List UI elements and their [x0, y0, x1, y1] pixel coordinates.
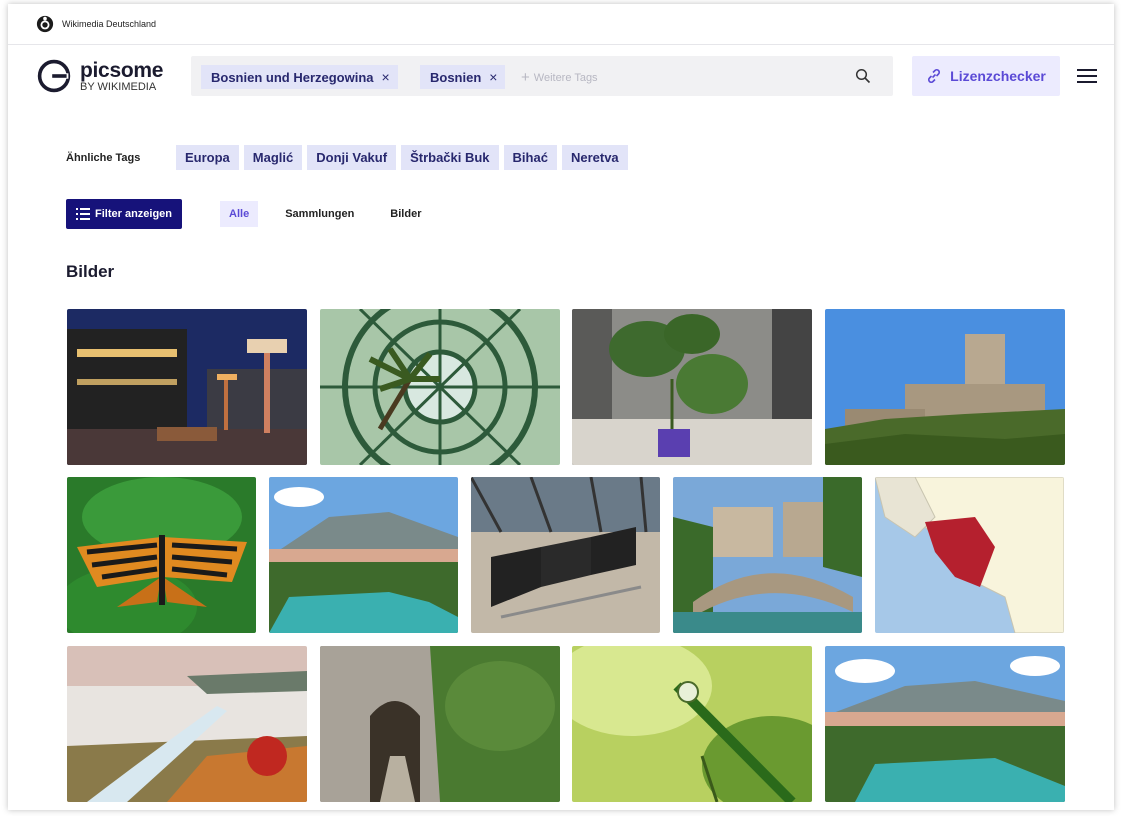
river-town-image [269, 477, 458, 633]
search-tag-chip[interactable]: Bosnien und Herzegowina × [201, 65, 398, 89]
image-thumbnail[interactable] [825, 646, 1065, 802]
glass-dome-image [320, 309, 560, 465]
similar-tags-label: Ähnliche Tags [66, 151, 141, 164]
similar-tag[interactable]: Štrbački Buk [401, 145, 499, 170]
image-thumbnail[interactable] [825, 309, 1065, 465]
picsome-logo-icon [37, 59, 71, 93]
misty-valley-image [67, 646, 307, 802]
wikimedia-logo-icon[interactable] [36, 15, 54, 33]
hamburger-menu-icon[interactable] [1076, 68, 1098, 84]
plus-icon: + [521, 69, 530, 86]
filter-row: Filter anzeigen Alle Sammlungen Bilder [66, 199, 430, 229]
license-checker-button[interactable]: Lizenzchecker [912, 56, 1060, 96]
tab-images[interactable]: Bilder [381, 201, 430, 227]
brand-name: picsome [80, 58, 164, 82]
tab-all[interactable]: Alle [220, 201, 259, 227]
image-thumbnail[interactable] [673, 477, 862, 633]
image-thumbnail[interactable] [320, 309, 560, 465]
link-icon [928, 69, 941, 83]
monstera-plant-image [572, 309, 812, 465]
image-thumbnail[interactable] [67, 646, 307, 802]
org-topbar: Wikimedia Deutschland [8, 4, 1114, 45]
image-thumbnail[interactable] [269, 477, 458, 633]
image-thumbnail[interactable] [320, 646, 560, 802]
fortress-image [825, 309, 1065, 465]
night-building-image [67, 309, 307, 465]
butterfly-image [67, 477, 256, 633]
search-tag-label: Bosnien [430, 69, 482, 85]
image-thumbnail[interactable] [67, 309, 307, 465]
image-thumbnail[interactable] [67, 477, 256, 633]
license-checker-label: Lizenzchecker [950, 68, 1046, 84]
similar-tags-row: Ähnliche Tags Europa Maglić Donji Vakuf … [66, 145, 633, 170]
river-town-image [825, 646, 1065, 802]
remove-tag-icon[interactable]: × [382, 69, 390, 85]
similar-tag[interactable]: Europa [176, 145, 239, 170]
app-window: Wikimedia Deutschland picsome BY WIKIMED… [8, 4, 1114, 810]
brand-logo[interactable]: picsome BY WIKIMEDIA [36, 58, 163, 94]
remove-tag-icon[interactable]: × [489, 69, 497, 85]
more-tags-placeholder: Weitere Tags [533, 72, 598, 84]
main-header: picsome BY WIKIMEDIA Bosnien und Herzego… [36, 56, 1100, 100]
similar-tag[interactable]: Neretva [561, 145, 628, 170]
image-thumbnail[interactable] [572, 309, 812, 465]
similar-tag[interactable]: Donji Vakuf [307, 145, 397, 170]
org-name[interactable]: Wikimedia Deutschland [62, 19, 156, 29]
tab-collections[interactable]: Sammlungen [276, 201, 363, 227]
chairs-image [471, 477, 660, 633]
search-icon[interactable] [855, 68, 871, 84]
similar-tag[interactable]: Maglić [243, 145, 303, 170]
tag-search-bar[interactable]: Bosnien und Herzegowina × Bosnien × + Wei… [191, 56, 893, 96]
image-thumbnail[interactable] [875, 477, 1064, 633]
dew-drop-image [572, 646, 812, 802]
show-filter-button[interactable]: Filter anzeigen [66, 199, 183, 229]
show-filter-label: Filter anzeigen [95, 208, 173, 220]
search-tag-chip[interactable]: Bosnien × [420, 65, 506, 89]
brand-subtitle: BY WIKIMEDIA [80, 80, 157, 93]
image-thumbnail[interactable] [471, 477, 660, 633]
filter-list-icon [76, 208, 90, 220]
stone-archway-image [320, 646, 560, 802]
search-tag-label: Bosnien und Herzegowina [211, 69, 374, 85]
section-title: Bilder [66, 262, 115, 281]
stone-bridge-image [673, 477, 862, 633]
similar-tag[interactable]: Bihać [503, 145, 557, 170]
more-tags-input[interactable]: + Weitere Tags [521, 69, 598, 86]
bosnia-map-image [875, 477, 1064, 633]
image-thumbnail[interactable] [572, 646, 812, 802]
